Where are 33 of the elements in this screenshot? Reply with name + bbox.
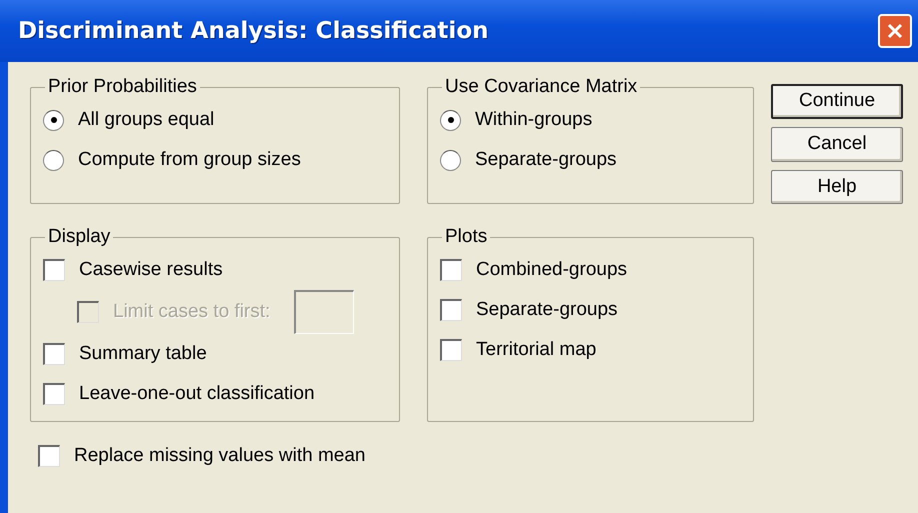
checkbox[interactable]	[43, 259, 65, 281]
radio-label: Within-groups	[475, 109, 592, 131]
group-title: Display	[47, 226, 112, 248]
group-title: Plots	[444, 226, 488, 248]
radio-button[interactable]	[43, 150, 64, 170]
radio-label: All groups equal	[78, 109, 214, 131]
checkbox-label: Summary table	[79, 343, 207, 365]
close-button[interactable]	[878, 14, 912, 48]
checkbox[interactable]	[440, 339, 462, 361]
group-title: Use Covariance Matrix	[444, 76, 638, 98]
radio-button[interactable]	[440, 150, 461, 170]
dialog-button[interactable]: Continue	[771, 84, 903, 119]
window-title: Discriminant Analysis: Classification	[18, 18, 488, 44]
checkbox[interactable]	[43, 343, 65, 365]
close-icon	[885, 21, 905, 41]
checkbox[interactable]	[43, 383, 65, 405]
dialog-button[interactable]: Help	[771, 170, 903, 204]
checkbox[interactable]	[440, 259, 462, 281]
checkbox-label: Replace missing values with mean	[74, 445, 366, 467]
radio-label: Compute from group sizes	[78, 149, 301, 171]
dialog-button[interactable]: Cancel	[771, 126, 903, 162]
checkbox-label: Separate-groups	[476, 299, 618, 321]
checkbox-label: Casewise results	[79, 259, 223, 281]
checkbox[interactable]	[38, 445, 60, 467]
radio-button[interactable]	[43, 110, 64, 130]
checkbox-label: Leave-one-out classification	[79, 383, 315, 405]
checkbox-label: Limit cases to first:	[113, 301, 270, 323]
radio-button[interactable]	[440, 110, 461, 130]
checkbox-label: Combined-groups	[476, 259, 628, 281]
radio-label: Separate-groups	[475, 149, 617, 171]
group-title: Prior Probabilities	[47, 76, 198, 98]
checkbox[interactable]	[440, 299, 462, 321]
checkbox-label: Territorial map	[476, 339, 596, 361]
